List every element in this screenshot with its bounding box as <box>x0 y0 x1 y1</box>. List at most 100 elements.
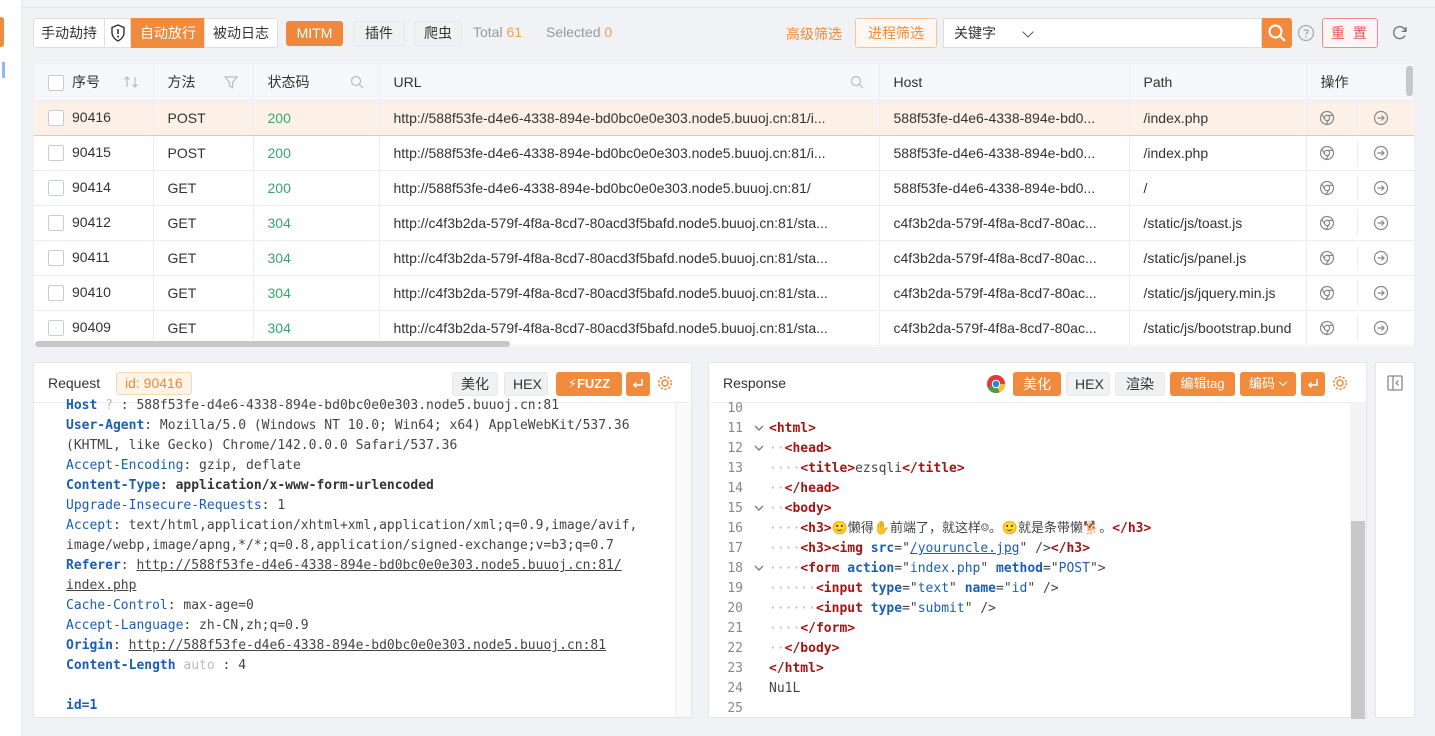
table-row[interactable]: 90416 POST 200 http://588f53fe-d4e6-4338-89… <box>34 99 1414 136</box>
col-path-header[interactable]: Path <box>1129 64 1307 101</box>
response-editor[interactable]: 10 11 <html> 12 ··<head> 13 ····<title>ezsqli<… <box>709 399 1366 717</box>
fold-chevron-icon[interactable] <box>749 419 769 439</box>
gear-icon[interactable] <box>656 374 674 392</box>
shield-toggle-button[interactable] <box>104 18 131 48</box>
table-row[interactable]: 90414 GET 200 http://588f53fe-d4e6-4338-894… <box>34 170 1414 206</box>
row-checkbox[interactable] <box>48 110 64 127</box>
encode-dropdown[interactable]: 编码 <box>1240 372 1296 396</box>
arrow-right-circle-icon[interactable] <box>1373 250 1389 266</box>
keyword-select[interactable]: 关键字 <box>943 18 1043 48</box>
arrow-right-circle-icon[interactable] <box>1373 285 1389 301</box>
arrow-right-circle-icon[interactable] <box>1373 180 1389 196</box>
col-host-header[interactable]: Host <box>879 64 1130 101</box>
response-wrap-button[interactable] <box>1301 372 1325 396</box>
col-status-header[interactable]: 状态码 <box>253 64 380 101</box>
table-vertical-scrollbar[interactable] <box>1406 66 1413 96</box>
request-wrap-button[interactable] <box>626 372 650 396</box>
request-hex-button[interactable]: HEX <box>504 372 548 396</box>
chrome-outline-icon[interactable] <box>1319 180 1335 196</box>
chrome-outline-icon[interactable] <box>1319 250 1335 266</box>
lightning-icon: ⚡ <box>567 376 577 391</box>
response-token: " /> <box>1027 581 1059 596</box>
chrome-icon[interactable] <box>986 374 1006 394</box>
search-button[interactable] <box>1262 18 1292 48</box>
row-host-text: 588f53fe-d4e6-4338-894e-bd0... <box>893 144 1096 161</box>
response-token: text <box>917 581 950 596</box>
collapse-panel-icon[interactable] <box>1386 374 1404 392</box>
fold-chevron-icon[interactable] <box>749 559 769 579</box>
arrow-right-circle-icon[interactable] <box>1373 110 1389 126</box>
response-scrollbar[interactable] <box>1350 403 1366 719</box>
row-checkbox[interactable] <box>48 145 64 162</box>
table-row[interactable]: 90412 GET 304 http://c4f3b2da-579f-4f8a-8cd… <box>34 205 1414 241</box>
filter-icon[interactable] <box>223 74 239 90</box>
chrome-outline-icon[interactable] <box>1319 285 1335 301</box>
arrow-right-circle-icon[interactable] <box>1373 215 1389 231</box>
request-line: Content-Type: application/x-www-form-url… <box>34 476 691 496</box>
side-collapse-panel <box>1375 362 1415 718</box>
row-id-text: 90415 <box>72 143 111 160</box>
row-checkbox[interactable] <box>48 320 64 337</box>
reset-button[interactable]: 重 置 <box>1322 18 1378 48</box>
request-title: Request <box>48 375 101 391</box>
gear-icon[interactable] <box>1331 374 1349 392</box>
row-ops <box>1306 310 1414 346</box>
row-checkbox[interactable] <box>48 250 64 267</box>
left-nav-strip <box>0 0 22 736</box>
crawler-button[interactable]: 爬虫 <box>414 21 462 46</box>
request-line: Referer: http://588f53fe-d4e6-4338-894e-… <box>34 556 691 576</box>
table-row[interactable]: 90411 GET 304 http://c4f3b2da-579f-4f8a-8cd… <box>34 240 1414 276</box>
chrome-outline-icon[interactable] <box>1319 215 1335 231</box>
col-url-header[interactable]: URL <box>379 64 880 101</box>
advanced-filter-link[interactable]: 高级筛选 <box>786 24 842 44</box>
response-beautify-button[interactable]: 美化 <box>1013 372 1061 396</box>
row-host: c4f3b2da-579f-4f8a-8cd7-80ac... <box>879 275 1130 311</box>
plugin-button[interactable]: 插件 <box>353 21 405 46</box>
render-button[interactable]: 渲染 <box>1115 372 1165 396</box>
chrome-outline-icon[interactable] <box>1319 320 1335 336</box>
line-number: 24 <box>727 681 743 696</box>
row-method: GET <box>153 310 254 346</box>
manual-hijack-button[interactable]: 手动劫持 <box>33 18 105 48</box>
arrow-right-circle-icon[interactable] <box>1373 145 1389 161</box>
response-line: 16 ····<h3>🙂懒得✋前端了，就这样☺。🙂就是条带懒🐕。</h3> <box>709 519 1366 539</box>
row-status-text: 200 <box>267 144 291 161</box>
col-id-header[interactable]: 序号 <box>34 64 154 101</box>
keyword-input[interactable] <box>1042 18 1262 48</box>
help-icon[interactable] <box>1297 24 1315 42</box>
row-checkbox[interactable] <box>48 180 64 197</box>
request-scrollbar[interactable] <box>675 403 691 717</box>
search-icon[interactable] <box>849 74 865 90</box>
row-host: 588f53fe-d4e6-4338-894e-bd0... <box>879 170 1130 206</box>
row-checkbox[interactable] <box>48 215 64 232</box>
table-horizontal-scrollbar[interactable] <box>35 341 510 347</box>
arrow-right-circle-icon[interactable] <box>1373 320 1389 336</box>
fuzz-button[interactable]: ⚡FUZZ <box>556 372 622 396</box>
request-editor[interactable]: Host ? : 588f53fe-d4e6-4338-894e-bd0bc0e… <box>34 396 691 717</box>
row-id-text: 90411 <box>72 248 110 265</box>
table-row[interactable]: 90410 GET 304 http://c4f3b2da-579f-4f8a-8cd… <box>34 275 1414 311</box>
passive-log-button[interactable]: 被动日志 <box>204 18 278 48</box>
fold-chevron-icon[interactable] <box>749 439 769 459</box>
mitm-button[interactable]: MITM <box>286 21 343 46</box>
edit-tag-button[interactable]: 编辑tag <box>1170 372 1235 396</box>
response-scroll-thumb[interactable] <box>1351 521 1365 719</box>
col-method-header[interactable]: 方法 <box>153 64 254 101</box>
select-all-checkbox[interactable] <box>48 75 64 92</box>
ops-divider <box>1356 104 1358 131</box>
row-checkbox[interactable] <box>48 285 64 302</box>
row-url-text: http://588f53fe-d4e6-4338-894e-bd0bc0e0e… <box>393 144 826 161</box>
fold-chevron-icon[interactable] <box>749 499 769 519</box>
response-hex-button[interactable]: HEX <box>1066 372 1110 396</box>
table-row[interactable]: 90409 GET 304 http://c4f3b2da-579f-4f8a-8cd… <box>34 310 1414 346</box>
auto-release-button[interactable]: 自动放行 <box>131 18 205 48</box>
chrome-outline-icon[interactable] <box>1319 110 1335 126</box>
search-icon[interactable] <box>349 74 365 90</box>
sort-icon[interactable] <box>123 74 139 90</box>
table-row[interactable]: 90415 POST 200 http://588f53fe-d4e6-4338-89… <box>34 135 1414 171</box>
request-beautify-button[interactable]: 美化 <box>452 372 498 396</box>
process-filter-button[interactable]: 进程筛选 <box>855 18 937 48</box>
row-id: 90414 <box>34 170 154 206</box>
chrome-outline-icon[interactable] <box>1319 145 1335 161</box>
refresh-icon[interactable] <box>1391 24 1409 42</box>
